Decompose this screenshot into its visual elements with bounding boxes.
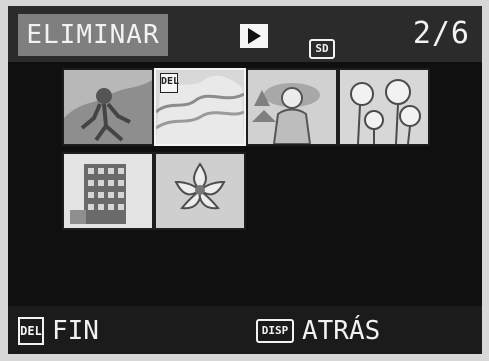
trash-icon: DEL <box>18 317 44 345</box>
disp-icon: DISP <box>256 319 294 343</box>
image-counter: 2/6 <box>412 16 470 51</box>
thumbnail-runner[interactable] <box>62 68 154 146</box>
atras-label: ATRÁS <box>302 316 381 346</box>
play-icon <box>240 24 268 48</box>
mode-label: ELIMINAR <box>18 14 168 56</box>
thumbnail-building[interactable] <box>62 152 154 230</box>
trash-icon: DEL <box>160 73 179 93</box>
atras-button[interactable]: DISP ATRÁS <box>256 316 380 346</box>
thumbnail-flowers[interactable] <box>338 68 430 146</box>
thumbnail-flower[interactable] <box>154 152 246 230</box>
sd-icon: SD <box>309 39 335 59</box>
thumbnail-woman-in-hat[interactable] <box>246 68 338 146</box>
thumbnail-grid: DEL <box>62 68 482 233</box>
camera-screen: ELIMINAR SD 2/6 DEL DEL FIN DISP ATRÁS <box>8 6 482 354</box>
top-bar: ELIMINAR SD 2/6 <box>8 6 482 62</box>
fin-label: FIN <box>52 316 99 346</box>
bottom-bar: DEL FIN DISP ATRÁS <box>8 306 482 354</box>
thumbnail-clouds[interactable]: DEL <box>154 68 246 146</box>
fin-button[interactable]: DEL FIN <box>18 316 99 346</box>
